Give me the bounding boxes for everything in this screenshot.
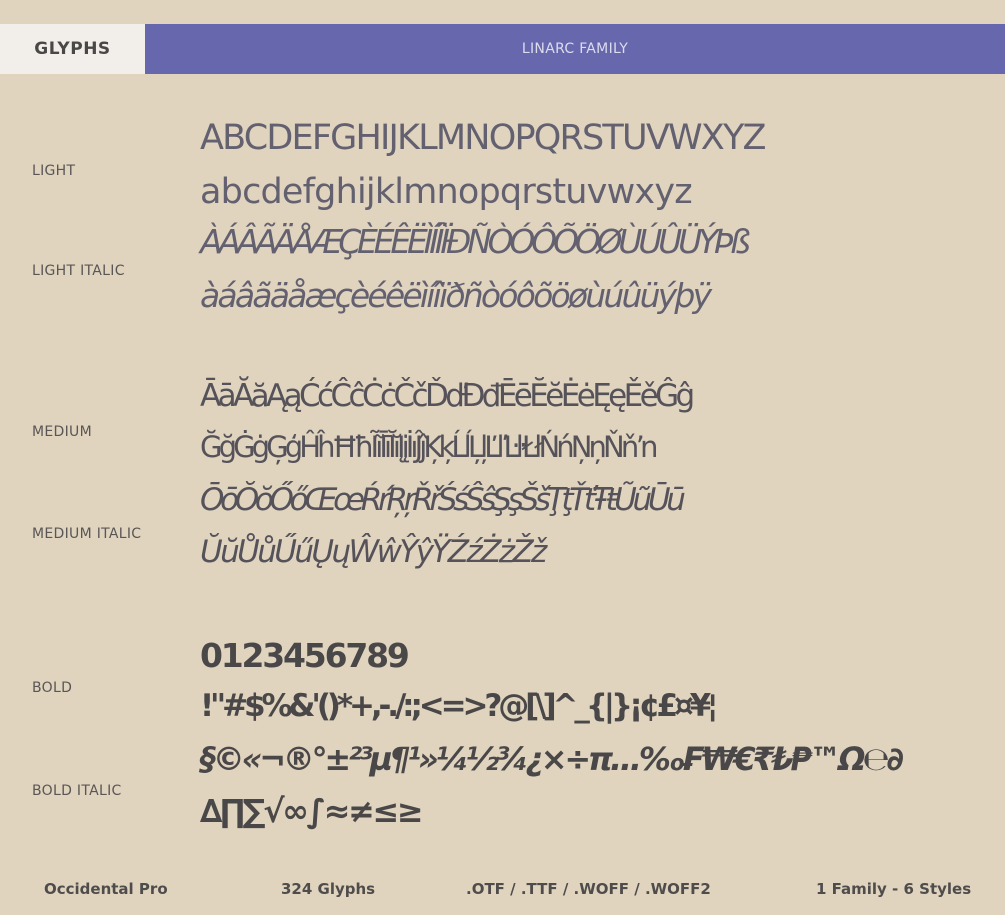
- label-bold: BOLD: [32, 680, 73, 696]
- tab-linarc-family[interactable]: LINARC FAMILY: [145, 24, 1005, 74]
- glyph-row-bold-symbols: !"#$%&'()*+,-./:;<=>?@[\]^_{|}¡¢£¤¥¦: [200, 688, 718, 724]
- footer-glyph-count: 324 Glyphs: [281, 880, 376, 898]
- glyph-row-medium-2: ĞğĠġĢģĤĥĦħĨĩĪīĬĭĮįİıĴĵĶķĹĺĻļĽľĿŀŁłŃńŅņŇň…: [200, 430, 659, 464]
- label-medium-italic: MEDIUM ITALIC: [32, 526, 142, 542]
- glyph-row-light-italic-upper: ÀÁÂÃÄÅÆÇÈÉÊËÌÍÎÏÐÑÒÓÔÕÖØÙÚÛÜÝÞß: [200, 222, 751, 261]
- glyph-row-light-lowercase: abcdefghijklmnopqrstuvwxyz: [200, 172, 693, 212]
- footer-font-name: Occidental Pro: [44, 880, 168, 898]
- label-light-italic: LIGHT ITALIC: [32, 263, 125, 279]
- glyph-row-light-italic-lower: àáâãäåæçèéêëìíîïðñòóôõöøùúûüýþÿ: [200, 276, 712, 315]
- glyph-row-bold-italic-2: ∆∏∑√∞∫≈≠≤≥: [200, 792, 424, 830]
- glyph-row-medium-italic-1: ŌōŎŏŐőŒœŔŕŖŗŘřŚśŜŝŞşŠšŢţŤťŦŧŨũŪū: [200, 482, 686, 518]
- footer-styles: 1 Family - 6 Styles: [816, 880, 972, 898]
- glyph-row-medium-1: ĀāĂăĄąĆćĈĉĊċČčĎďĐđĒēĔĕĖėĘęĚěĜĝ: [200, 378, 695, 414]
- label-bold-italic: BOLD ITALIC: [32, 783, 122, 799]
- glyph-row-bold-digits: 0123456789: [200, 636, 410, 675]
- glyph-row-medium-italic-2: ŬŭŮůŰűŲųŴŵŶŷŸŹźŻżŽž: [200, 534, 547, 570]
- label-medium: MEDIUM: [32, 424, 92, 440]
- glyph-row-light-uppercase: ABCDEFGHIJKLMNOPQRSTUVWXYZ: [200, 118, 767, 158]
- label-light: LIGHT: [32, 163, 76, 179]
- header-bar: GLYPHS LINARC FAMILY: [0, 24, 1005, 74]
- glyph-row-bold-italic-1: §©«¬®°±²³µ¶¹»¼½¾¿×÷π…‰₣₩€₹₺₱™Ω℮∂: [200, 740, 904, 778]
- tab-glyphs[interactable]: GLYPHS: [0, 24, 145, 74]
- footer-formats: .OTF / .TTF / .WOFF / .WOFF2: [466, 880, 711, 898]
